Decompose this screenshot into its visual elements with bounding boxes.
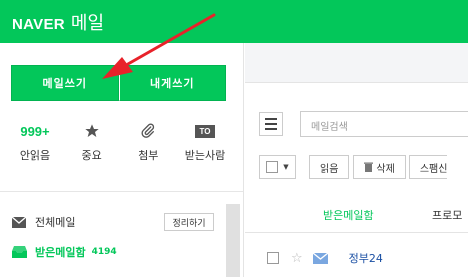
mark-read-button[interactable]: 읽음	[309, 155, 350, 179]
inbox-icon	[11, 246, 27, 258]
delete-button[interactable]: 삭제	[353, 155, 406, 179]
naver-mail-logo[interactable]: NAVER 메일	[12, 9, 104, 35]
compose-buttons: 메일쓰기 내게쓰기	[11, 65, 226, 101]
select-all-dropdown[interactable]: ▼	[259, 155, 296, 179]
folder-all-label: 전체메일	[35, 216, 76, 229]
unread-count: 999+	[20, 123, 50, 139]
naver-mail-page: NAVER 메일 메일쓰기 내게쓰기 999+ 안읽음 중요 첨부 TO 받는사…	[0, 0, 468, 277]
star-icon	[84, 124, 99, 137]
tab-promotion[interactable]: 프로모	[432, 207, 462, 223]
write-mail-button[interactable]: 메일쓰기	[11, 65, 119, 101]
folder-inbox-label: 받은메일함	[35, 246, 86, 259]
folder-inbox[interactable]: 받은메일함 4194	[11, 244, 117, 260]
menu-toggle-button[interactable]	[259, 112, 283, 136]
brand-name: NAVER	[12, 16, 65, 33]
delete-label: 삭제	[376, 163, 395, 175]
unread-filter[interactable]: 999+ 안읽음	[10, 121, 60, 163]
recipient-filter[interactable]: TO 받는사람	[180, 121, 230, 163]
tab-inbox[interactable]: 받은메일함	[323, 207, 374, 223]
folder-all-mail[interactable]: 전체메일	[11, 214, 75, 230]
service-name: 메일	[70, 13, 105, 34]
unread-label: 안읽음	[19, 149, 51, 162]
top-header: NAVER 메일	[0, 0, 468, 43]
envelope-icon	[11, 216, 27, 228]
top-strip	[245, 43, 468, 83]
select-all-checkbox[interactable]	[266, 161, 279, 173]
left-sidebar: 메일쓰기 내게쓰기 999+ 안읽음 중요 첨부 TO 받는사람 전체메일 정리…	[0, 43, 244, 277]
search-input[interactable]: 메일검색	[300, 111, 468, 137]
list-toolbar: ▼ 읽음 삭제 스팸신	[259, 155, 448, 179]
to-icon: TO	[194, 124, 215, 138]
write-to-self-button[interactable]: 내게쓰기	[118, 65, 226, 101]
recipient-label: 받는사람	[184, 149, 226, 162]
trash-icon	[364, 162, 374, 172]
attachment-label: 첨부	[138, 149, 159, 162]
spam-button[interactable]: 스팸신	[408, 155, 448, 179]
quick-filters: 999+ 안읽음 중요 첨부 TO 받는사람	[10, 121, 230, 163]
envelope-icon	[313, 252, 329, 264]
hamburger-icon	[265, 118, 277, 120]
chevron-down-icon: ▼	[283, 163, 289, 171]
sidebar-divider	[0, 191, 243, 192]
cleanup-button[interactable]: 정리하기	[164, 213, 214, 231]
mail-tabs: 받은메일함 프로모	[245, 193, 468, 233]
important-label: 중요	[81, 149, 102, 162]
paperclip-icon	[141, 123, 155, 138]
mail-row[interactable]: ☆ 정부24	[245, 243, 468, 273]
row-checkbox[interactable]	[267, 252, 279, 264]
attachment-filter[interactable]: 첨부	[123, 121, 173, 163]
sidebar-scrollbar[interactable]	[226, 204, 240, 277]
star-icon[interactable]: ☆	[291, 251, 303, 266]
mail-sender[interactable]: 정부24	[349, 250, 383, 266]
mail-list-pane: 메일검색 ▼ 읽음 삭제 스팸신 받은메일함 프로모 ☆ 정부24	[245, 43, 468, 277]
inbox-count: 4194	[91, 247, 117, 257]
important-filter[interactable]: 중요	[67, 121, 117, 163]
